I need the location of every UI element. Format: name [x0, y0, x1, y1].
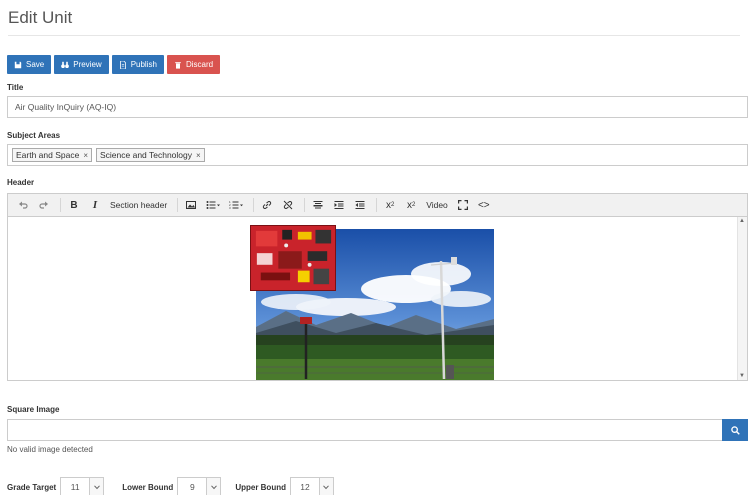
image-icon[interactable]	[182, 196, 200, 214]
scroll-up-icon[interactable]: ▲	[739, 218, 745, 224]
redo-icon[interactable]	[35, 196, 53, 214]
editor-scrollbar[interactable]: ▲ ▼	[737, 217, 747, 380]
chevron-down-icon	[318, 478, 333, 495]
header-editor[interactable]: ▲ ▼	[7, 217, 748, 381]
discard-button[interactable]: Discard	[166, 55, 221, 74]
upper-bound-select[interactable]: 12	[289, 477, 334, 495]
fullscreen-icon[interactable]	[454, 196, 472, 214]
preview-button[interactable]: Preview	[54, 55, 109, 74]
chevron-down-icon	[89, 478, 104, 495]
grade-target-label: Grade Target	[7, 482, 57, 492]
superscript-icon[interactable]: x2	[402, 196, 420, 214]
page-title: Edit Unit	[8, 8, 73, 27]
lower-bound-label: Lower Bound	[122, 482, 174, 492]
svg-text:3: 3	[229, 206, 231, 210]
lower-bound-select[interactable]: 9	[177, 477, 222, 495]
indent-icon[interactable]	[330, 196, 348, 214]
binoculars-icon	[61, 61, 70, 68]
publish-button[interactable]: Publish	[111, 55, 164, 74]
italic-icon[interactable]: I	[86, 196, 104, 214]
bold-icon[interactable]: B	[65, 196, 83, 214]
code-icon[interactable]: <>	[475, 196, 493, 214]
grade-target-select[interactable]: 11	[60, 477, 105, 495]
subject-areas-label: Subject Areas	[7, 131, 61, 140]
header-label: Header	[7, 178, 35, 187]
link-icon[interactable]	[258, 196, 276, 214]
circuit-board-image	[250, 225, 336, 291]
section-header-button[interactable]: Section header	[107, 196, 170, 214]
square-image-label: Square Image	[7, 405, 60, 414]
outdent-icon[interactable]	[351, 196, 369, 214]
subscript-icon[interactable]: x2	[381, 196, 399, 214]
title-input[interactable]: Air Quality InQuiry (AQ-IQ)	[7, 96, 748, 118]
align-center-icon[interactable]	[309, 196, 327, 214]
title-divider	[8, 35, 740, 36]
editor-toolbar: B I Section header 123 x2 x2 Video <>	[7, 193, 748, 217]
subject-tag: Earth and Space ×	[12, 148, 92, 162]
trash-icon	[175, 61, 181, 69]
numbered-list-icon[interactable]: 123	[226, 196, 246, 214]
upper-bound-label: Upper Bound	[235, 482, 286, 492]
remove-tag-icon[interactable]: ×	[83, 151, 88, 160]
remove-tag-icon[interactable]: ×	[196, 151, 201, 160]
save-button[interactable]: Save	[7, 55, 52, 74]
subject-areas-input[interactable]: Earth and Space × Science and Technology…	[7, 144, 748, 166]
scroll-down-icon[interactable]: ▼	[739, 373, 745, 379]
save-icon	[14, 61, 22, 68]
search-icon	[730, 425, 740, 435]
video-button[interactable]: Video	[423, 196, 451, 214]
square-image-hint: No valid image detected	[7, 445, 93, 454]
undo-icon[interactable]	[14, 196, 32, 214]
search-button[interactable]	[722, 419, 748, 441]
title-label: Title	[7, 83, 24, 92]
square-image-input[interactable]	[7, 419, 723, 441]
bullet-list-icon[interactable]	[203, 196, 223, 214]
document-icon	[119, 60, 126, 69]
subject-tag: Science and Technology ×	[96, 148, 205, 162]
action-toolbar: Save Preview Publish Discard	[7, 55, 221, 74]
unlink-icon[interactable]	[279, 196, 297, 214]
grade-bounds-row: Grade Target 11 Lower Bound 9 Upper Boun…	[7, 477, 334, 495]
chevron-down-icon	[206, 478, 221, 495]
